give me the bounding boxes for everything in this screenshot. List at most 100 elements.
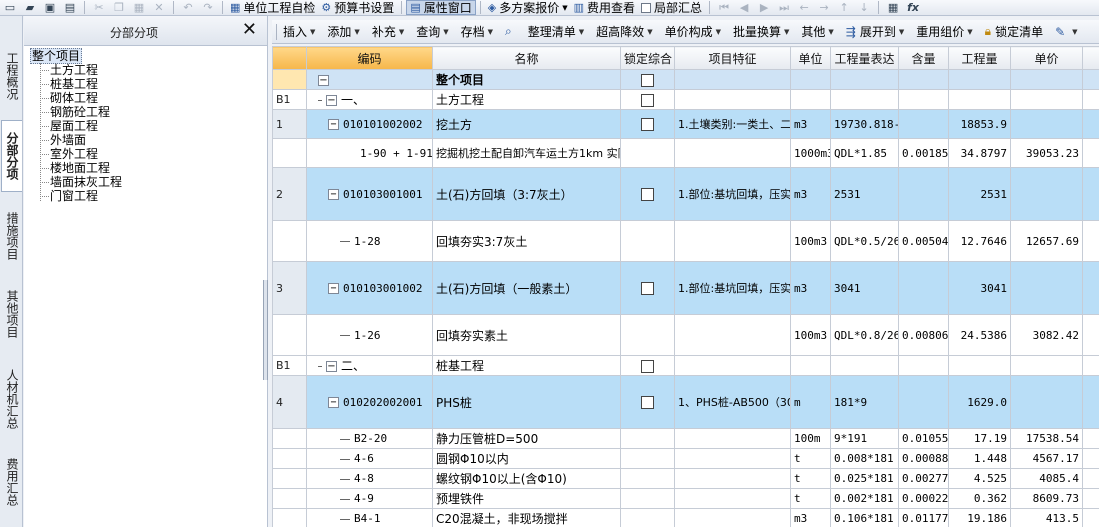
tree-item-flooring[interactable]: 楼地面工程 xyxy=(40,161,110,175)
qty-cell[interactable]: 19.186 xyxy=(948,508,1011,527)
paint-button[interactable]: ✎ ▼ xyxy=(1055,25,1077,39)
unit-cell[interactable]: m3 xyxy=(790,261,831,315)
expr-cell[interactable]: 0.002*181 xyxy=(830,488,899,509)
unit-cell[interactable]: 100m3 xyxy=(790,220,831,262)
lock-checkbox[interactable] xyxy=(641,118,654,131)
feature-cell[interactable] xyxy=(674,448,791,469)
price-cell[interactable] xyxy=(1010,355,1083,376)
table-row[interactable]: B1 − 二、 桩基工程 xyxy=(272,355,1099,376)
content-cell[interactable] xyxy=(898,261,949,315)
code-cell[interactable]: −010103001001 xyxy=(306,167,433,221)
header-code[interactable]: 编码 xyxy=(306,46,433,70)
feature-cell[interactable] xyxy=(674,355,791,376)
lock-cell[interactable] xyxy=(620,138,675,168)
expr-cell[interactable]: 2531 xyxy=(830,167,899,221)
name-cell[interactable]: 桩基工程 xyxy=(432,355,621,376)
tree-item-exterior-wall[interactable]: 外墙面 xyxy=(40,133,86,147)
lock-cell[interactable] xyxy=(620,488,675,509)
table-row[interactable]: 4-6 圆钢Φ10以内 t 0.008*181 0.000889 1.448 4… xyxy=(272,448,1099,469)
content-cell[interactable] xyxy=(898,355,949,376)
lock-checkbox[interactable] xyxy=(641,282,654,295)
undo-icon[interactable]: ↶ xyxy=(181,1,195,15)
tab-measure-items[interactable]: 措施项目 xyxy=(1,200,22,272)
qty-cell[interactable]: 34.8797 xyxy=(948,138,1011,168)
lock-checkbox[interactable] xyxy=(641,396,654,409)
price-cell[interactable]: 39053.23 xyxy=(1010,138,1083,168)
code-cell[interactable]: 4-9 xyxy=(306,488,433,509)
expr-cell[interactable]: 0.008*181 xyxy=(830,448,899,469)
lock-list-button[interactable]: 🔒︎ 锁定清单 xyxy=(985,23,1043,40)
price-cell[interactable] xyxy=(1010,375,1083,429)
cut-icon[interactable]: ✂ xyxy=(92,1,106,15)
content-cell[interactable]: 0.011778 xyxy=(898,508,949,527)
unit-composition-button[interactable]: 单价构成 ▼ xyxy=(665,23,721,40)
content-cell[interactable]: 0.002778 xyxy=(898,468,949,489)
lock-cell[interactable] xyxy=(620,448,675,469)
expr-cell[interactable]: QDL*0.5/26312*26539.8 xyxy=(830,220,899,262)
paste-icon[interactable]: ▦ xyxy=(132,1,146,15)
content-cell[interactable] xyxy=(898,69,949,90)
feature-cell[interactable] xyxy=(674,314,791,356)
feature-cell[interactable] xyxy=(674,138,791,168)
lock-cell[interactable] xyxy=(620,508,675,527)
content-cell[interactable] xyxy=(898,167,949,221)
feature-cell[interactable] xyxy=(674,508,791,527)
save-icon[interactable]: ▣ xyxy=(43,1,57,15)
collapse-icon[interactable]: − xyxy=(328,397,339,408)
collapse-icon[interactable]: − xyxy=(328,119,339,130)
header-content[interactable]: 含量 xyxy=(898,46,949,70)
name-cell[interactable]: 整个项目 xyxy=(432,69,621,90)
search-button[interactable]: ⌕ xyxy=(505,24,516,39)
content-cell[interactable]: 0.008069 xyxy=(898,314,949,356)
feature-cell[interactable]: 1.部位:基坑回填，压实系数0.95 2.其它要求详设计图纸及施工规范 xyxy=(674,167,791,221)
tab-divisional-items[interactable]: 分部分项 xyxy=(1,120,22,192)
unit-check-button[interactable]: ▦ 单位工程自检 xyxy=(227,0,318,15)
name-cell[interactable]: 土(石)方回填（一般素土） xyxy=(432,261,621,315)
save-archive-button[interactable]: 存档 ▼ xyxy=(461,23,493,40)
budget-settings-button[interactable]: ⚙ 预算书设置 xyxy=(318,0,397,15)
name-cell[interactable]: 回填夯实素土 xyxy=(432,314,621,356)
code-cell[interactable]: 1-26 xyxy=(306,314,433,356)
content-cell[interactable]: 0.010552 xyxy=(898,428,949,449)
feature-cell[interactable] xyxy=(674,428,791,449)
code-cell[interactable]: −010202002001 xyxy=(306,375,433,429)
arrow-down-icon[interactable]: ↓ xyxy=(857,1,871,15)
table-row[interactable]: B4-1 C20混凝土，非现场搅拌 m3 0.106*181 0.011778 … xyxy=(272,508,1099,527)
tree-item-pile-foundation[interactable]: 桩基工程 xyxy=(40,77,98,91)
lock-checkbox[interactable] xyxy=(641,73,654,87)
prev-icon[interactable]: ◀ xyxy=(737,1,751,15)
unit-cell[interactable] xyxy=(790,355,831,376)
unit-cell[interactable]: 1000m3 xyxy=(790,138,831,168)
calculator-icon[interactable]: ▦ xyxy=(886,1,900,15)
unit-cell[interactable]: t xyxy=(790,468,831,489)
content-cell[interactable] xyxy=(898,109,949,139)
price-cell[interactable]: 4085.4 xyxy=(1010,468,1083,489)
lock-checkbox[interactable] xyxy=(641,359,654,373)
formula-icon[interactable]: fx xyxy=(906,1,920,15)
code-cell[interactable]: −010103001002 xyxy=(306,261,433,315)
qty-cell[interactable]: 2531 xyxy=(948,167,1011,221)
lock-cell[interactable] xyxy=(620,69,675,90)
organize-list-button[interactable]: 整理清单 ▼ xyxy=(528,23,584,40)
content-cell[interactable] xyxy=(898,375,949,429)
folder-icon[interactable]: ▤ xyxy=(63,1,77,15)
add-button[interactable]: 添加 ▼ xyxy=(327,23,359,40)
price-cell[interactable]: 8609.73 xyxy=(1010,488,1083,509)
collapse-icon[interactable]: − xyxy=(318,74,329,86)
table-row[interactable]: 1-28 回填夯实3:7灰土 100m3 QDL*0.5/26312*26539… xyxy=(272,220,1099,262)
table-row[interactable]: 4-9 预埋铁件 t 0.002*181 0.000222 0.362 8609… xyxy=(272,488,1099,509)
code-cell[interactable]: 4-8 xyxy=(306,468,433,489)
tab-other-items[interactable]: 其他项目 xyxy=(1,278,22,350)
new-file-icon[interactable]: ▭ xyxy=(3,1,17,15)
qty-cell[interactable]: 12.7646 xyxy=(948,220,1011,262)
lock-checkbox[interactable] xyxy=(641,188,654,201)
open-folder-icon[interactable]: ▰ xyxy=(23,1,37,15)
unit-cell[interactable]: t xyxy=(790,448,831,469)
unit-cell[interactable]: m xyxy=(790,375,831,429)
content-cell[interactable]: 0.000222 xyxy=(898,488,949,509)
code-cell[interactable]: −010101002002 xyxy=(306,109,433,139)
feature-cell[interactable]: 1、PHS桩-AB500（300）-9b型，有效桩长9m 2、见图集08SG36… xyxy=(674,375,791,429)
table-row[interactable]: 1 −010101002002 挖土方 1.土壤类别:一类土、二类土 m3 19… xyxy=(272,109,1099,139)
expr-cell[interactable]: 19730.818-876.965 xyxy=(830,109,899,139)
code-cell[interactable]: 4-6 xyxy=(306,448,433,469)
